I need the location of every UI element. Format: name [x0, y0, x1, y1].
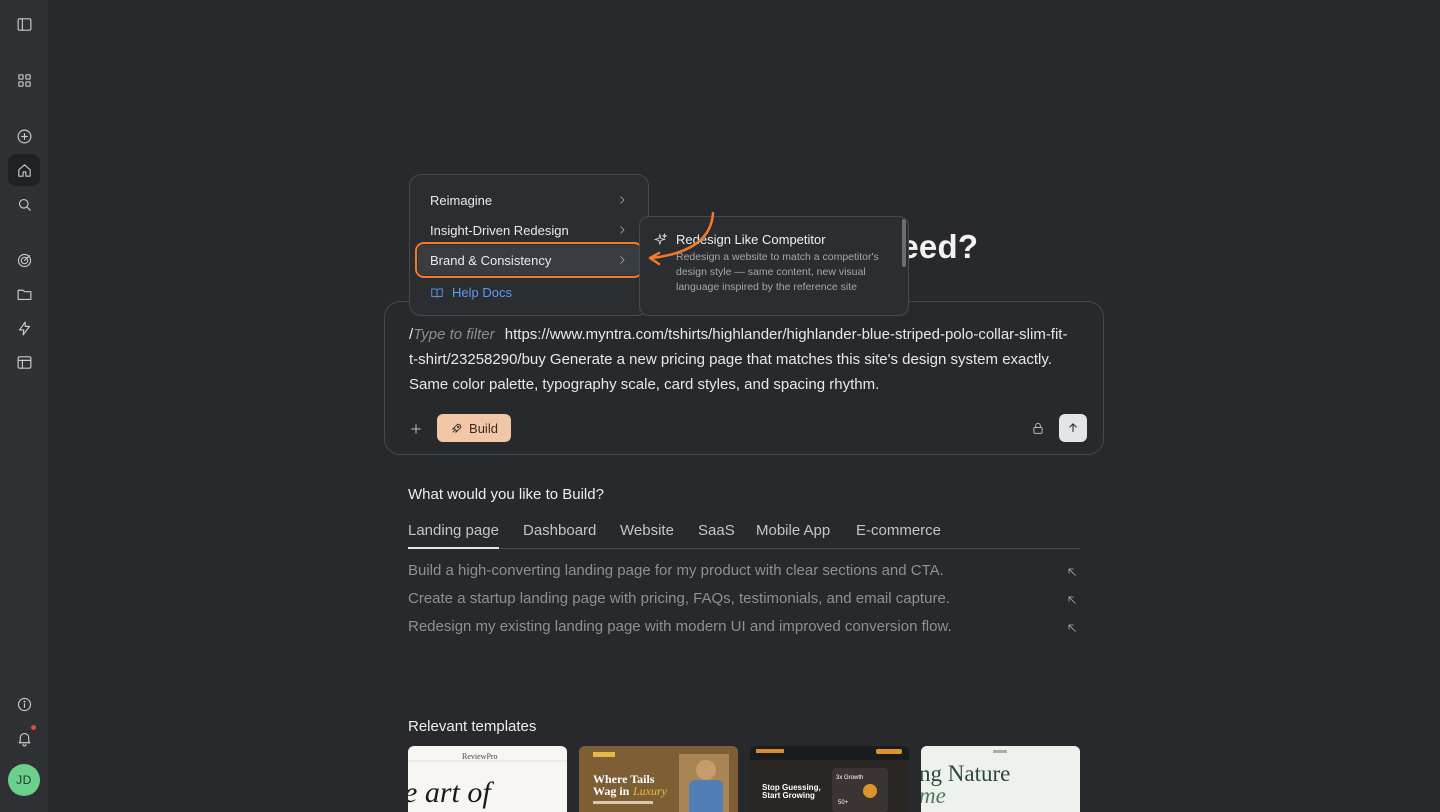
menu-item-insight-driven-redesign[interactable]: Insight-Driven Redesign: [418, 215, 640, 245]
menu-item-reimagine[interactable]: Reimagine: [418, 185, 640, 215]
home-icon: [17, 163, 31, 177]
notifications-button[interactable]: [8, 722, 40, 754]
search-button[interactable]: [8, 188, 40, 220]
submenu-scrollbar[interactable]: [902, 219, 906, 267]
category-tabs: Landing page Dashboard Website SaaS Mobi…: [408, 522, 1080, 549]
sparkle-icon: [653, 232, 668, 247]
suggestion-item[interactable]: Redesign my existing landing page with m…: [408, 618, 1080, 640]
template-card[interactable]: ReviewPro e art of: [408, 746, 567, 812]
menu-item-brand-consistency[interactable]: Brand & Consistency: [415, 242, 643, 278]
chevron-right-icon: [616, 224, 628, 236]
tab-e-commerce[interactable]: E-commerce: [856, 522, 941, 549]
prompt-text: https://www.myntra.com/tshirts/highlande…: [409, 326, 1068, 393]
templates-button[interactable]: [8, 346, 40, 378]
template-preview: ReviewPro e art of: [408, 752, 567, 809]
template-stat: 3x Growth: [836, 775, 863, 781]
sidebar-panel-icon: [17, 17, 31, 31]
lock-icon: [1033, 422, 1043, 434]
suggestion-text: Build a high-converting landing page for…: [408, 562, 944, 579]
templates-title: Relevant templates: [408, 718, 537, 735]
template-accent: Luxury: [632, 784, 668, 798]
plus-icon: [411, 424, 421, 434]
suggestion-item[interactable]: Build a high-converting landing page for…: [408, 562, 1080, 584]
arrow-up-left-icon: [1066, 593, 1078, 605]
template-brand: ReviewPro: [462, 752, 498, 761]
home-button[interactable]: [8, 154, 40, 186]
layout-icon: [17, 355, 31, 369]
search-icon: [18, 198, 31, 211]
template-headline: Start Growing: [762, 791, 815, 800]
template-preview: Where Tails Wag in Luxury: [579, 746, 738, 812]
template-card[interactable]: Where Tails Wag in Luxury: [579, 746, 738, 812]
command-menu: Reimagine Insight-Driven Redesign Brand …: [409, 174, 649, 316]
template-headline: Wag in: [593, 784, 630, 798]
tab-saas[interactable]: SaaS: [698, 522, 735, 549]
suggestion-text: Create a startup landing page with prici…: [408, 590, 950, 607]
automations-button[interactable]: [8, 312, 40, 344]
apps-button[interactable]: [8, 64, 40, 96]
plus-circle-icon: [17, 129, 31, 143]
info-button[interactable]: [8, 688, 40, 720]
menu-item-label: Insight-Driven Redesign: [430, 222, 569, 238]
template-preview: ng Nature me: [921, 746, 1080, 812]
help-docs-label: Help Docs: [452, 285, 512, 300]
lightning-icon: [18, 321, 30, 335]
help-docs-link[interactable]: Help Docs: [430, 285, 512, 300]
menu-item-label: Brand & Consistency: [430, 252, 552, 268]
folder-icon: [17, 289, 31, 300]
chevron-right-icon: [616, 194, 628, 206]
suggestion-item[interactable]: Create a startup landing page with prici…: [408, 590, 1080, 612]
chevron-right-icon: [616, 254, 628, 266]
template-stat: 50+: [838, 800, 849, 806]
template-headline: e art of: [408, 776, 494, 809]
privacy-button[interactable]: [1028, 418, 1048, 438]
tab-dashboard[interactable]: Dashboard: [523, 522, 596, 549]
prompt-input[interactable]: /Type to filter https://www.myntra.com/t…: [409, 322, 1069, 397]
sidebar-toggle-button[interactable]: [8, 8, 40, 40]
sidebar: JD: [0, 0, 48, 812]
book-icon: [431, 287, 443, 298]
projects-button[interactable]: [8, 278, 40, 310]
notification-dot: [31, 725, 36, 730]
suggestion-text: Redesign my existing landing page with m…: [408, 618, 952, 635]
target-icon: [17, 253, 31, 267]
template-card[interactable]: ng Nature me: [921, 746, 1080, 812]
attach-button[interactable]: [407, 420, 425, 438]
prompt-box: /Type to filter https://www.myntra.com/t…: [384, 301, 1104, 455]
build-mode-button[interactable]: Build: [437, 414, 511, 442]
build-question: What would you like to Build?: [408, 486, 604, 503]
info-icon: [17, 697, 31, 711]
tab-website[interactable]: Website: [620, 522, 674, 549]
new-project-button[interactable]: [8, 120, 40, 152]
avatar[interactable]: JD: [8, 764, 40, 796]
send-button[interactable]: [1059, 414, 1087, 442]
template-headline: me: [921, 783, 946, 808]
submenu-item-title: Redesign Like Competitor: [676, 232, 826, 247]
grid-icon: [17, 73, 31, 87]
build-label: Build: [469, 420, 498, 436]
arrow-up-icon: [1069, 423, 1077, 433]
template-preview: Stop Guessing, Start Growing 3x Growth 5…: [750, 746, 909, 812]
submenu-panel: Redesign Like Competitor Redesign a webs…: [639, 216, 909, 316]
tab-mobile-app[interactable]: Mobile App: [756, 522, 830, 549]
arrow-up-left-icon: [1066, 621, 1078, 633]
rocket-icon: [451, 423, 462, 433]
template-card[interactable]: Stop Guessing, Start Growing 3x Growth 5…: [750, 746, 909, 812]
goals-button[interactable]: [8, 244, 40, 276]
bell-icon: [18, 732, 30, 746]
tab-landing-page[interactable]: Landing page: [408, 522, 499, 549]
arrow-up-left-icon: [1066, 565, 1078, 577]
filter-placeholder: Type to filter: [413, 326, 495, 343]
submenu-item-description: Redesign a website to match a competitor…: [676, 251, 879, 293]
menu-item-label: Reimagine: [430, 192, 493, 208]
